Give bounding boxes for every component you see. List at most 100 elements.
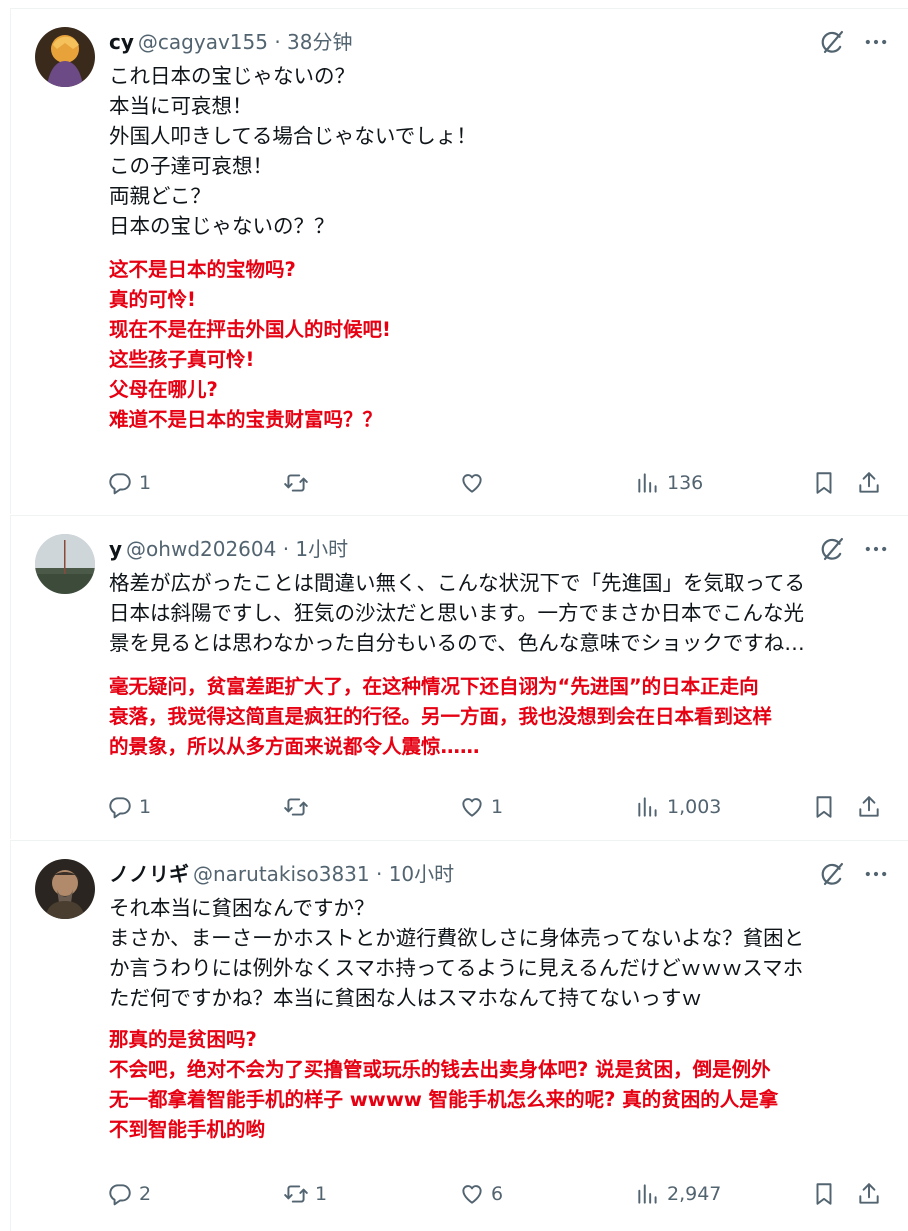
- translation-line: 那真的是贫困吗?: [109, 1028, 257, 1051]
- like-icon: [459, 794, 485, 820]
- translation-line: 现在不是在抨击外国人的时候吧!: [109, 318, 391, 341]
- repost-icon: [283, 794, 309, 820]
- repost-button[interactable]: 1: [283, 1178, 327, 1210]
- display-name[interactable]: y: [109, 537, 122, 561]
- translation-line: 不会吧，绝对不会为了买撸管或玩乐的钱去出卖身体吧? 说是贫困，倒是例外: [109, 1058, 771, 1081]
- text-line: ただ何ですかね？本当に貧困な人はスマホなんて持てないっすｗ: [109, 986, 702, 1010]
- reply-count: 1: [139, 472, 152, 494]
- reply-count: 2: [139, 1183, 152, 1205]
- views-icon: [635, 794, 661, 820]
- reply-icon: [107, 1181, 133, 1207]
- text-line: それ本当に貧困なんですか？: [109, 896, 375, 920]
- grok-icon[interactable]: [818, 28, 846, 56]
- translation-line: 这不是日本的宝物吗?: [109, 258, 296, 281]
- share-button[interactable]: [856, 791, 882, 823]
- text-line: 本当に可哀想！: [109, 94, 253, 118]
- translation-line: 无一都拿着智能手机的样子 wwww 智能手机怎么来的呢? 真的贫困的人是拿: [109, 1088, 779, 1111]
- text-line: 外国人叩きしてる場合じゃないでしょ！: [109, 124, 477, 148]
- share-button[interactable]: [856, 467, 882, 499]
- share-icon: [856, 1181, 882, 1207]
- translation-line: 真的可怜!: [109, 288, 196, 311]
- display-name[interactable]: cy: [109, 30, 134, 54]
- tweet-header: y @ohwd202604 · 1小时: [109, 536, 348, 562]
- text-line: か言うわりには例外なくスマホ持ってるように見えるんだけどｗｗｗスマホ: [109, 956, 804, 980]
- reply-icon: [107, 470, 133, 496]
- original-text: これ日本の宝じゃないの？ 本当に可哀想！ 外国人叩きしてる場合じゃないでしょ！ …: [109, 61, 477, 241]
- text-line: まさか、まーさーかホストとか遊行費欲しさに身体売ってないよな？貧困と: [109, 926, 805, 950]
- reply-button[interactable]: 2: [107, 1178, 151, 1210]
- like-button[interactable]: 1: [459, 791, 503, 823]
- like-button[interactable]: [459, 467, 491, 499]
- handle-and-time[interactable]: @narutakiso3831 · 10小时: [193, 862, 454, 886]
- text-line: 景を見るとは思わなかった自分もいるので、色んな意味でショックですね…: [109, 631, 805, 655]
- translation-line: 这些孩子真可怜!: [109, 348, 255, 371]
- views-button[interactable]: 2,947: [635, 1178, 721, 1210]
- views-button[interactable]: 1,003: [635, 791, 721, 823]
- bookmark-icon: [811, 1181, 837, 1207]
- translation-line: 的景象，所以从多方面来说都令人震惊……: [109, 735, 480, 758]
- grok-icon[interactable]: [818, 535, 846, 563]
- like-icon: [459, 470, 485, 496]
- bookmark-icon: [811, 470, 837, 496]
- grok-icon[interactable]: [818, 860, 846, 888]
- avatar[interactable]: [35, 859, 95, 919]
- share-icon: [856, 470, 882, 496]
- more-icon[interactable]: [862, 860, 890, 888]
- action-bar: 1 1 1,003: [107, 791, 894, 823]
- avatar[interactable]: [35, 27, 95, 87]
- repost-button[interactable]: [283, 791, 315, 823]
- handle-and-time[interactable]: @ohwd202604 · 1小时: [126, 537, 348, 561]
- original-text: 格差が広がったことは間違い無く、こんな状況下で「先進国」を気取ってる 日本は斜陽…: [109, 568, 805, 658]
- views-button[interactable]: 136: [635, 467, 703, 499]
- views-icon: [635, 1181, 661, 1207]
- translation-line: 不到智能手机的哟: [109, 1118, 266, 1141]
- tweet-card[interactable]: cy @cagyav155 · 38分钟 これ日本の宝じゃないの？ 本当に可哀想！…: [10, 8, 908, 514]
- tweet-header: cy @cagyav155 · 38分钟: [109, 29, 352, 55]
- translation-text: 这不是日本的宝物吗? 真的可怜! 现在不是在抨击外国人的时候吧! 这些孩子真可怜…: [109, 255, 391, 435]
- reply-icon: [107, 794, 133, 820]
- avatar-image: [35, 859, 95, 919]
- like-icon: [459, 1181, 485, 1207]
- original-text: それ本当に貧困なんですか？ まさか、まーさーかホストとか遊行費欲しさに身体売って…: [109, 893, 804, 1013]
- repost-icon: [283, 1181, 309, 1207]
- avatar-image: [35, 27, 95, 87]
- reply-button[interactable]: 1: [107, 791, 151, 823]
- repost-icon: [283, 470, 309, 496]
- more-icon[interactable]: [862, 535, 890, 563]
- handle-and-time[interactable]: @cagyav155 · 38分钟: [138, 30, 353, 54]
- display-name[interactable]: ノノリギ: [109, 862, 189, 886]
- action-bar: 2 1 6 2,947: [107, 1178, 894, 1210]
- text-line: 日本の宝じゃないの？？: [109, 214, 335, 238]
- translation-line: 衰落，我觉得这简直是疯狂的行径。另一方面，我也没想到会在日本看到这样: [109, 705, 773, 728]
- tweet-card[interactable]: ノノリギ @narutakiso3831 · 10小时 それ本当に貧困なんですか？…: [10, 840, 908, 1231]
- more-icon[interactable]: [862, 28, 890, 56]
- share-icon: [856, 794, 882, 820]
- view-count: 1,003: [667, 796, 722, 818]
- text-line: 両親どこ？: [109, 184, 211, 208]
- bookmark-icon: [811, 794, 837, 820]
- text-line: 格差が広がったことは間違い無く、こんな状況下で「先進国」を気取ってる: [109, 571, 805, 595]
- like-button[interactable]: 6: [459, 1178, 503, 1210]
- reply-button[interactable]: 1: [107, 467, 151, 499]
- avatar[interactable]: [35, 534, 95, 594]
- text-line: 日本は斜陽ですし、狂気の沙汰だと思います。一方でまさか日本でこんな光: [109, 601, 804, 625]
- translation-line: 毫无疑问，贫富差距扩大了，在这种情况下还自诩为“先进国”的日本正走向: [109, 675, 759, 698]
- views-icon: [635, 470, 661, 496]
- share-button[interactable]: [856, 1178, 882, 1210]
- translation-text: 那真的是贫困吗? 不会吧，绝对不会为了买撸管或玩乐的钱去出卖身体吧? 说是贫困，…: [109, 1025, 778, 1145]
- bookmark-button[interactable]: [811, 791, 837, 823]
- view-count: 136: [667, 472, 704, 494]
- translation-line: 难道不是日本的宝贵财富吗？？: [109, 408, 383, 431]
- reply-count: 1: [139, 796, 152, 818]
- translation-line: 父母在哪儿?: [109, 378, 218, 401]
- repost-count: 1: [315, 1183, 328, 1205]
- text-line: これ日本の宝じゃないの？: [109, 64, 355, 88]
- tweet-card[interactable]: y @ohwd202604 · 1小时 格差が広がったことは間違い無く、こんな状況…: [10, 515, 908, 839]
- repost-button[interactable]: [283, 467, 315, 499]
- like-count: 6: [491, 1183, 504, 1205]
- bookmark-button[interactable]: [811, 1178, 837, 1210]
- bookmark-button[interactable]: [811, 467, 837, 499]
- text-line: この子達可哀想！: [109, 154, 273, 178]
- avatar-image: [35, 534, 95, 594]
- action-bar: 1 136: [107, 467, 894, 499]
